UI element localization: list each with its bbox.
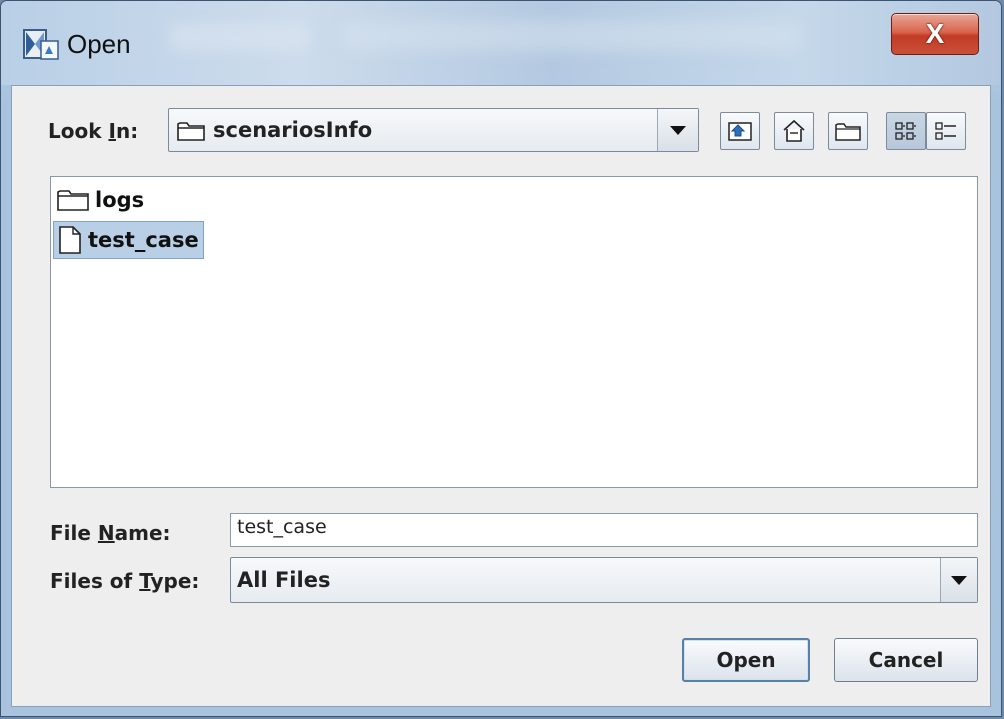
close-icon: X: [925, 18, 945, 49]
files-of-type-combobox[interactable]: All Files: [230, 557, 978, 603]
details-view-icon: [935, 122, 956, 140]
new-folder-button[interactable]: [828, 112, 868, 150]
home-icon: [783, 119, 805, 142]
new-folder-icon: [835, 123, 861, 141]
files-of-type-value: All Files: [237, 568, 331, 592]
list-item-label: test_case: [88, 228, 199, 252]
file-name-label: File Name:: [50, 521, 171, 545]
list-item-test-case[interactable]: test_case: [53, 221, 204, 259]
background-blur: [341, 21, 801, 51]
close-button[interactable]: X: [891, 13, 979, 55]
list-item-label: logs: [95, 188, 145, 212]
java-app-icon: [23, 29, 59, 60]
files-of-type-dropdown-arrow[interactable]: [940, 558, 977, 602]
list-view-button[interactable]: [886, 112, 926, 150]
background-blur: [169, 23, 309, 51]
folder-icon: [177, 122, 205, 141]
look-in-combobox[interactable]: scenariosInfo: [168, 108, 699, 152]
chevron-down-icon: [951, 575, 967, 585]
up-folder-icon: [728, 122, 752, 141]
up-one-level-button[interactable]: [720, 112, 760, 150]
open-button[interactable]: Open: [682, 638, 810, 682]
list-view-icon: [895, 122, 916, 140]
open-dialog: Open X Look In: scenariosInfo logs test_…: [0, 0, 1002, 717]
window-title: Open: [67, 29, 131, 59]
title-bar[interactable]: Open X: [1, 1, 1001, 85]
look-in-label: Look In:: [48, 119, 139, 143]
details-view-button[interactable]: [926, 112, 966, 150]
folder-icon: [57, 190, 89, 211]
look-in-dropdown-arrow[interactable]: [657, 109, 698, 151]
file-icon: [59, 226, 81, 254]
home-button[interactable]: [774, 112, 814, 150]
file-list[interactable]: logs test_case: [50, 176, 978, 488]
list-item-logs[interactable]: logs: [53, 181, 148, 219]
files-of-type-label: Files of Type:: [50, 569, 200, 593]
cancel-button[interactable]: Cancel: [834, 638, 978, 682]
file-name-input[interactable]: test_case: [230, 513, 978, 547]
chevron-down-icon: [670, 125, 686, 135]
look-in-value: scenariosInfo: [213, 118, 373, 142]
dialog-content: Look In: scenariosInfo logs test_case Fi…: [11, 85, 991, 707]
